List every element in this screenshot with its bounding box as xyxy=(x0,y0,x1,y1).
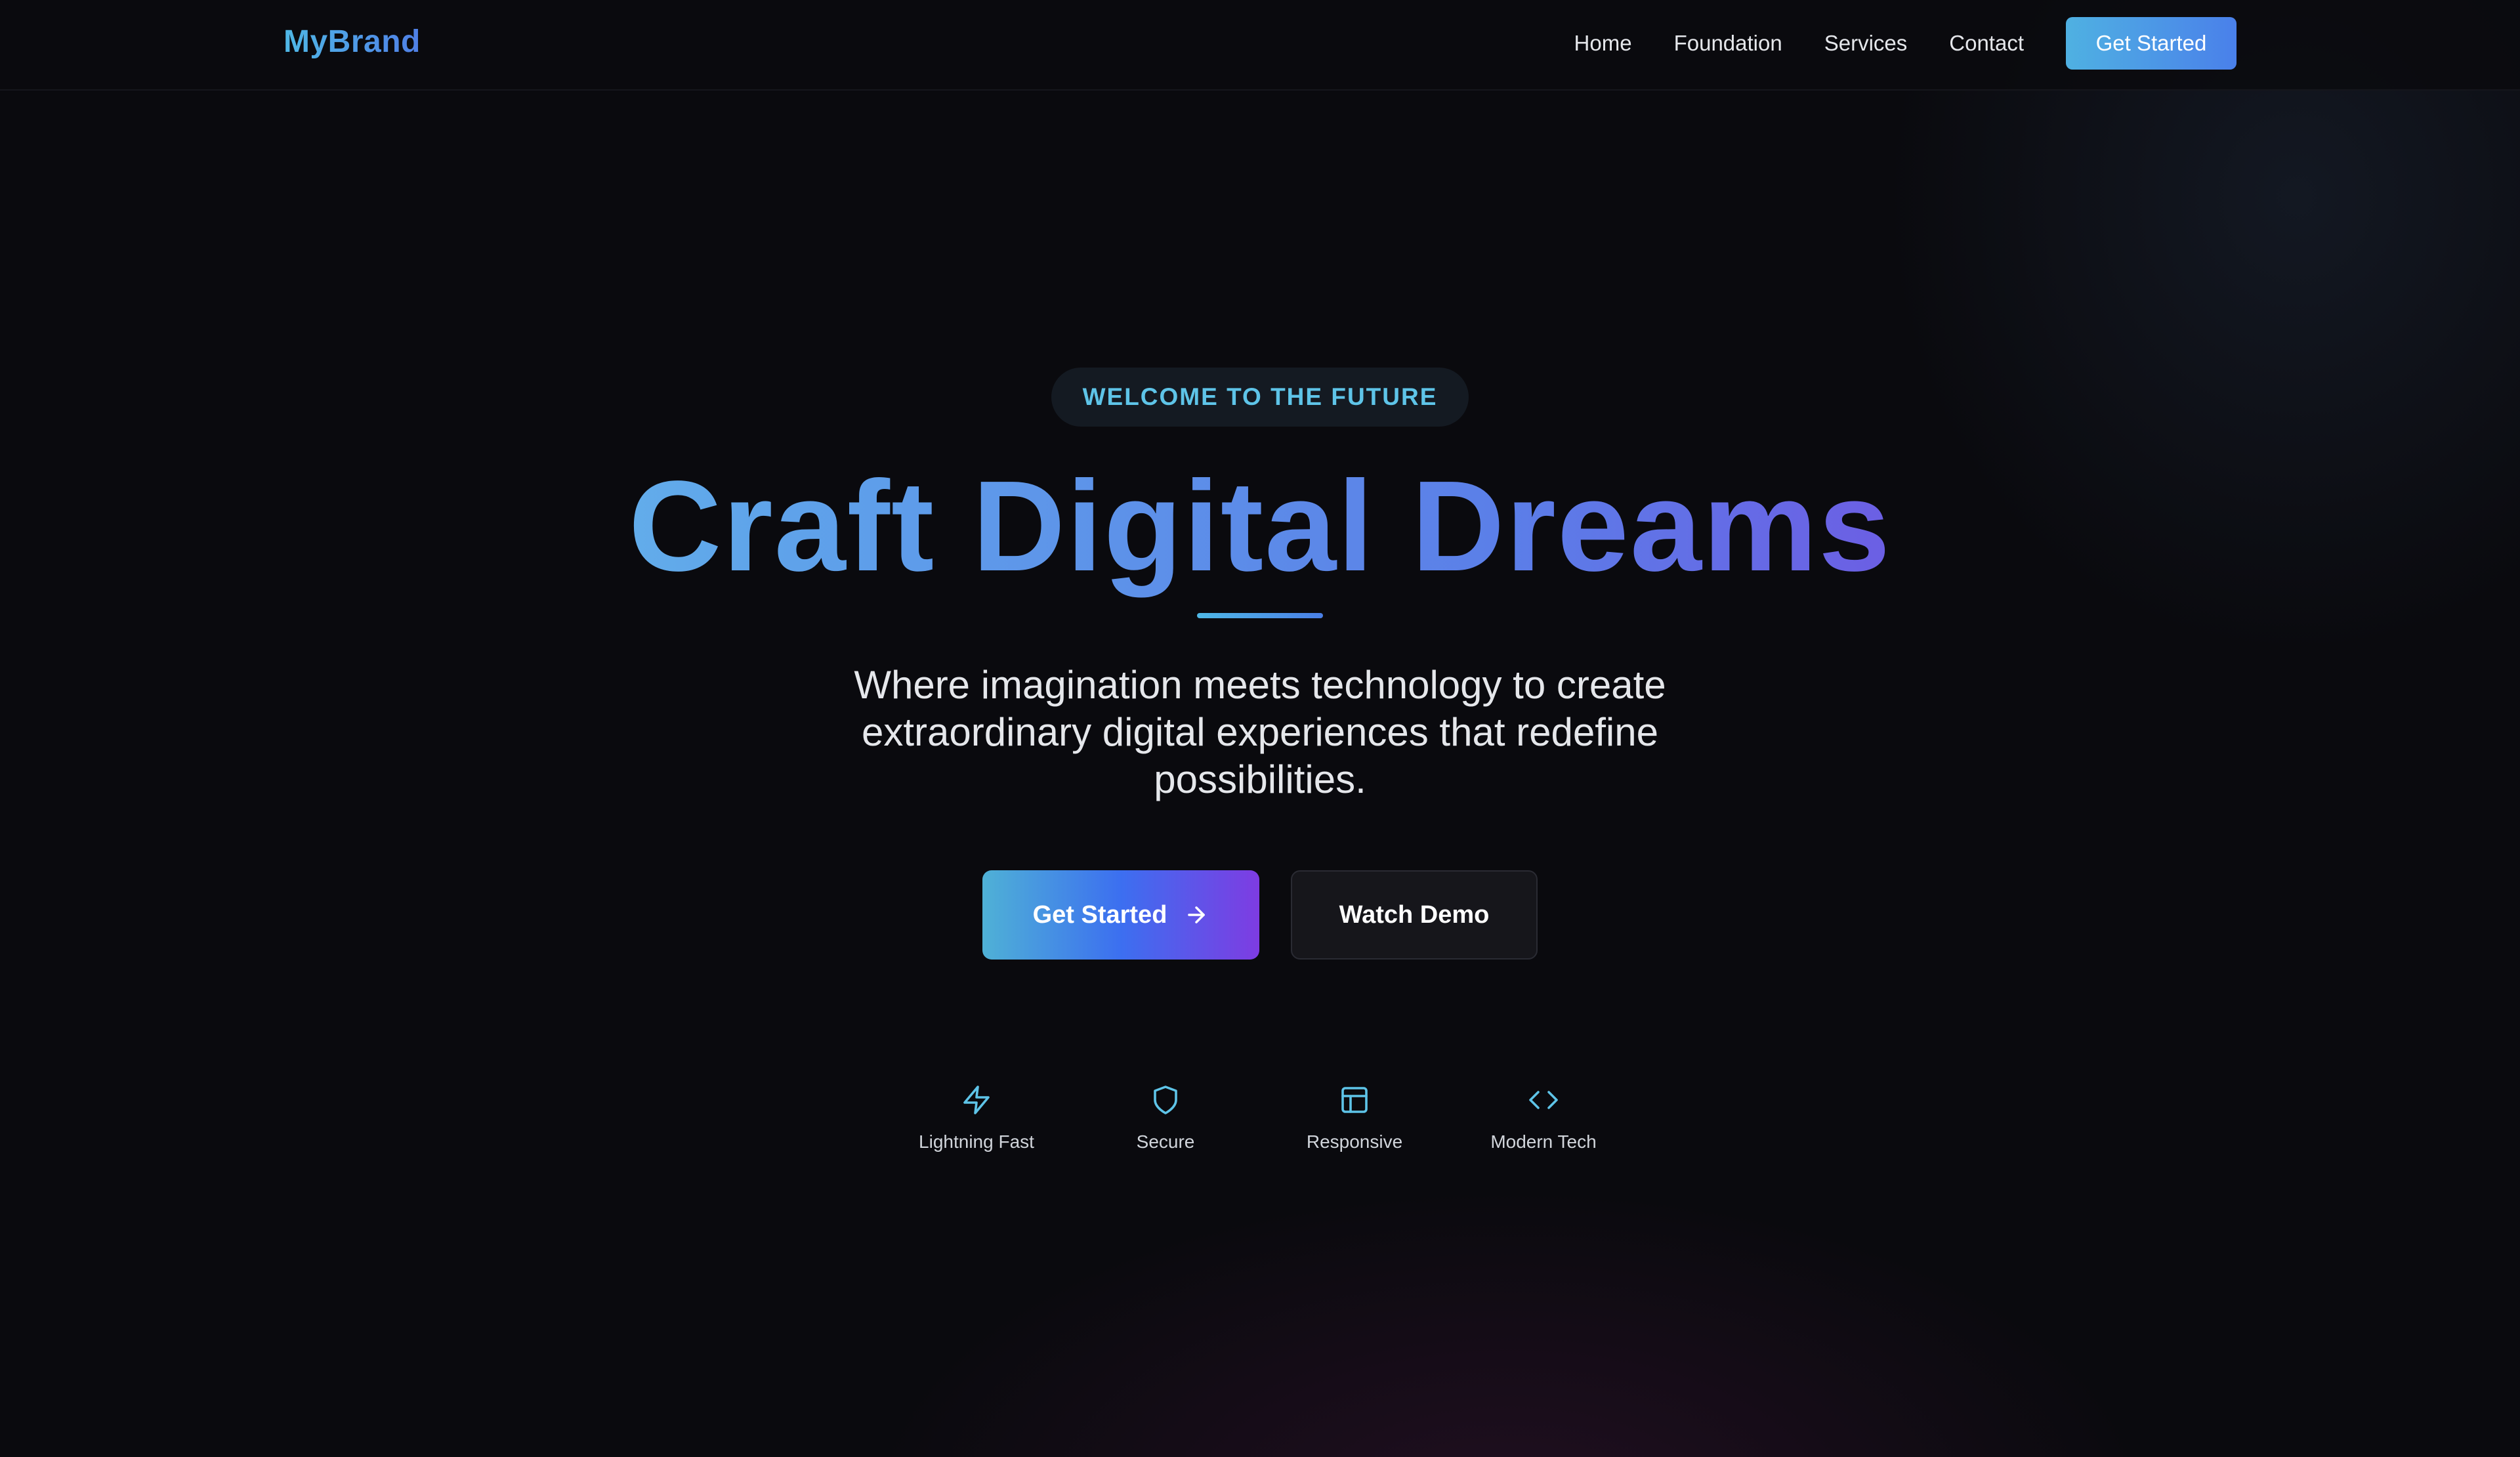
hero-headline: Craft Digital Dreams xyxy=(0,454,2520,599)
navbar: MyBrand Home Foundation Services Contact… xyxy=(0,0,2520,91)
arrow-right-icon xyxy=(1184,902,1209,927)
feature-item: Secure xyxy=(1071,1083,1260,1152)
hero-section: WELCOME TO THE FUTURE Craft Digital Drea… xyxy=(0,368,2520,960)
feature-item: Modern Tech xyxy=(1449,1083,1638,1152)
layout-icon xyxy=(1337,1083,1372,1117)
welcome-badge: WELCOME TO THE FUTURE xyxy=(1051,368,1469,427)
nav-link-home[interactable]: Home xyxy=(1574,31,1632,56)
feature-label: Secure xyxy=(1136,1131,1195,1152)
code-icon xyxy=(1526,1083,1561,1117)
feature-label: Lightning Fast xyxy=(919,1131,1034,1152)
feature-label: Responsive xyxy=(1306,1131,1403,1152)
shield-icon xyxy=(1148,1083,1183,1117)
feature-label: Modern Tech xyxy=(1490,1131,1597,1152)
nav-link-contact[interactable]: Contact xyxy=(1949,31,2024,56)
nav-link-services[interactable]: Services xyxy=(1824,31,1908,56)
brand-logo[interactable]: MyBrand xyxy=(284,24,421,60)
landing-page: MyBrand Home Foundation Services Contact… xyxy=(0,0,2520,1457)
headline-underline xyxy=(1197,613,1323,618)
feature-item: Lightning Fast xyxy=(882,1083,1071,1152)
watch-demo-button[interactable]: Watch Demo xyxy=(1291,870,1538,960)
get-started-label: Get Started xyxy=(1032,900,1167,929)
features-row: Lightning Fast Secure Responsive Modern … xyxy=(0,1083,2520,1152)
feature-item: Responsive xyxy=(1260,1083,1449,1152)
lightning-icon xyxy=(959,1083,994,1117)
hero-subtitle: Where imagination meets technology to cr… xyxy=(854,663,1666,801)
cta-row: Get Started Watch Demo xyxy=(0,870,2520,960)
nav-get-started-button[interactable]: Get Started xyxy=(2066,17,2236,70)
nav-links: Home Foundation Services Contact Get Sta… xyxy=(1574,17,2236,70)
get-started-button[interactable]: Get Started xyxy=(982,870,1259,960)
nav-link-foundation[interactable]: Foundation xyxy=(1674,31,1782,56)
